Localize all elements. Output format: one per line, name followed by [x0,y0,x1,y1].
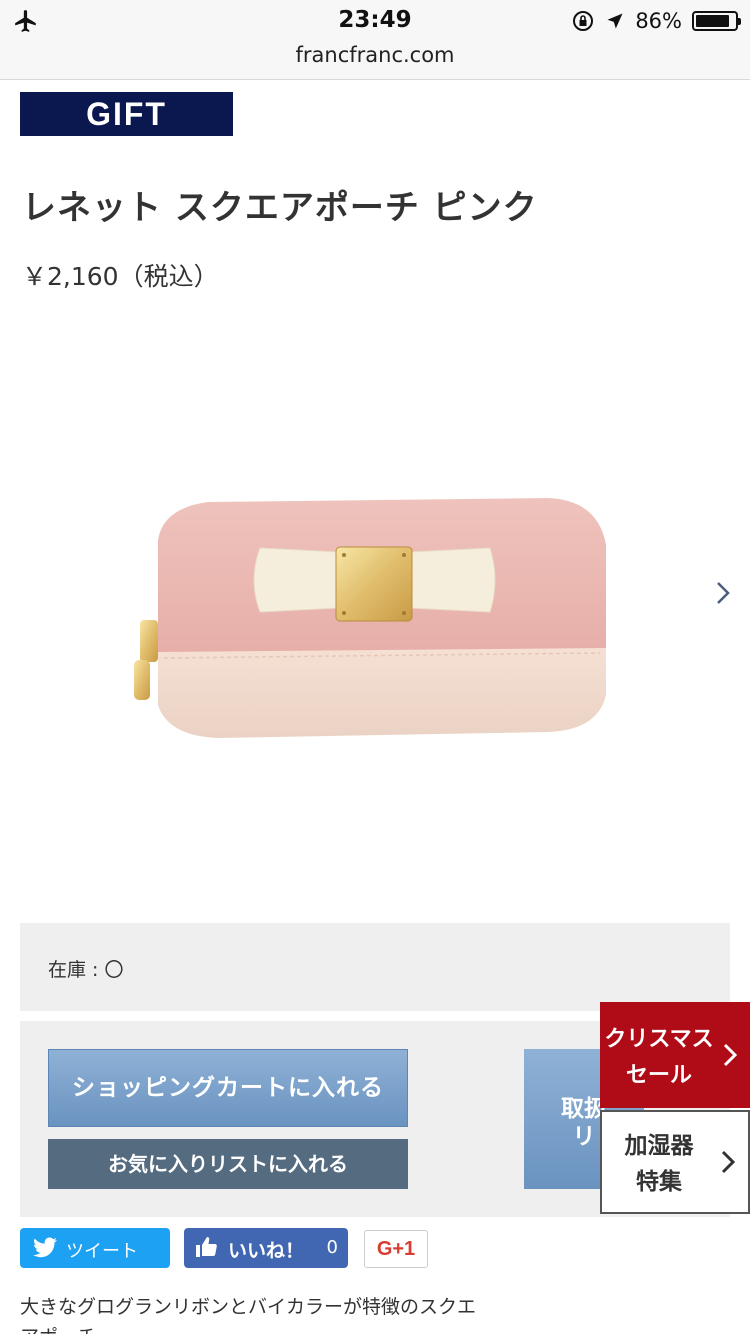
carousel-next-icon[interactable] [708,578,738,608]
stock-info: 在庫 : 〇 [20,923,730,1011]
location-arrow-icon [607,13,623,29]
like-label: いいね！ [228,1240,305,1262]
chevron-right-icon [723,1043,738,1067]
humidifier-feature-banner[interactable]: 加湿器 特集 [600,1110,750,1214]
christmas-sale-banner[interactable]: クリスマス セール [600,1002,750,1108]
battery-icon [692,11,741,31]
product-image[interactable] [128,490,618,750]
sale-banner-line1: クリスマス [604,1027,714,1052]
facebook-like-button[interactable]: いいね！ 0 [184,1228,348,1268]
twitter-bird-icon [33,1237,57,1258]
product-price: ￥2,160（税込） [22,262,219,291]
gift-badge: GIFT [20,92,233,136]
add-to-favorites-button[interactable]: お気に入りリストに入れる [48,1139,408,1189]
status-indicators: 86% [571,8,741,34]
product-title: レネット スクエアポーチ ピンク [22,188,538,228]
stock-status: 在庫 : 〇 [48,959,124,981]
add-to-cart-button[interactable]: ショッピングカートに入れる [48,1049,408,1127]
humidifier-banner-line1: 加湿器 [624,1133,694,1159]
battery-percent: 86% [635,9,682,33]
google-plus-button[interactable]: G+1 [364,1230,428,1268]
address-bar[interactable]: francfranc.com [0,42,750,80]
url-text: francfranc.com [295,43,455,67]
battery-level [696,15,729,27]
like-count: 0 [326,1237,338,1258]
sale-banner-line2: セール [625,1063,692,1088]
orientation-lock-icon [573,11,594,31]
chevron-right-icon [721,1150,736,1174]
tweet-button[interactable]: ツイート [20,1228,170,1268]
tweet-label: ツイート [66,1241,138,1262]
humidifier-banner-line2: 特集 [636,1169,682,1195]
product-description: 大きなグログランリボンとバイカラーが特徴のスクエアポーチ [20,1296,477,1334]
status-bar: 23:49 86% [0,0,750,42]
thumbs-up-icon [196,1237,217,1257]
